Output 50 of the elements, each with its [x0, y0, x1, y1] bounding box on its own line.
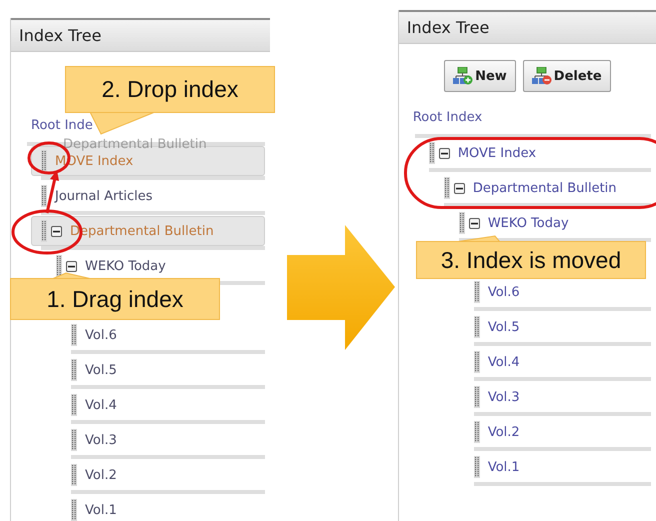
tree-item-label[interactable]: Departmental Bulletin	[472, 180, 617, 196]
drag-handle-icon[interactable]	[41, 220, 47, 242]
delete-button[interactable]: Delete	[522, 60, 611, 92]
add-node-icon	[453, 67, 474, 85]
collapse-toggle[interactable]	[454, 182, 465, 194]
tree-item-label[interactable]: Vol.3	[85, 432, 117, 448]
drag-handle-icon[interactable]	[71, 394, 77, 416]
panel-header: Index Tree	[398, 10, 656, 44]
drag-handle-icon[interactable]	[71, 429, 77, 451]
drag-handle-icon[interactable]	[41, 150, 47, 172]
drag-handle-icon[interactable]	[474, 421, 480, 443]
drag-handle-icon[interactable]	[458, 212, 465, 234]
collapse-toggle[interactable]	[66, 260, 77, 272]
root-index-link[interactable]: Root Inde	[31, 116, 93, 136]
tree-item-label[interactable]: WEKO Today	[85, 258, 166, 274]
drag-handle-icon[interactable]	[474, 386, 480, 408]
tree-item-label[interactable]: Vol.2	[488, 424, 520, 440]
drag-handle-icon[interactable]	[474, 316, 480, 338]
collapse-toggle[interactable]	[468, 218, 480, 228]
panel-header: Index Tree	[11, 18, 270, 52]
callout-tail	[52, 273, 92, 279]
drag-handle-icon[interactable]	[41, 185, 47, 207]
drag-handle-icon[interactable]	[71, 324, 77, 346]
tree-item-label[interactable]: Journal Articles	[55, 188, 153, 204]
tree-item-label[interactable]: Vol.1	[488, 460, 520, 474]
drag-handle-icon[interactable]	[71, 359, 77, 381]
tree-item-label[interactable]: Vol.4	[85, 398, 117, 412]
tree-item-label[interactable]: Vol.3	[488, 390, 520, 404]
drag-handle-icon[interactable]	[474, 456, 480, 478]
drag-handle-icon[interactable]	[474, 281, 480, 303]
tree-item-label[interactable]: Vol.2	[85, 468, 117, 482]
tree-item-label[interactable]: Vol.6	[85, 328, 117, 342]
tree-item-label[interactable]: Vol.1	[85, 502, 117, 518]
drag-handle-icon[interactable]	[428, 142, 435, 164]
tree-item-label[interactable]: Vol.5	[85, 362, 117, 378]
root-index-link[interactable]: Root Index	[412, 108, 482, 128]
tree-item-label[interactable]: Vol.4	[488, 354, 520, 370]
remove-node-icon	[532, 67, 552, 85]
collapse-toggle[interactable]	[438, 148, 450, 158]
tree-item-label[interactable]: WEKO Today	[488, 216, 569, 230]
drag-handle-icon[interactable]	[474, 351, 480, 373]
collapse-toggle[interactable]	[51, 226, 62, 236]
tree-item-label[interactable]: Vol.6	[488, 284, 520, 300]
drag-handle-icon[interactable]	[56, 255, 62, 277]
tree-item-label[interactable]: Vol.5	[488, 320, 520, 334]
drag-handle-icon[interactable]	[71, 464, 77, 486]
tree-item-label[interactable]: MOVE Index	[458, 146, 536, 160]
drag-handle-icon[interactable]	[444, 177, 450, 199]
new-button[interactable]: New	[444, 60, 516, 92]
drag-handle-icon[interactable]	[71, 499, 77, 521]
